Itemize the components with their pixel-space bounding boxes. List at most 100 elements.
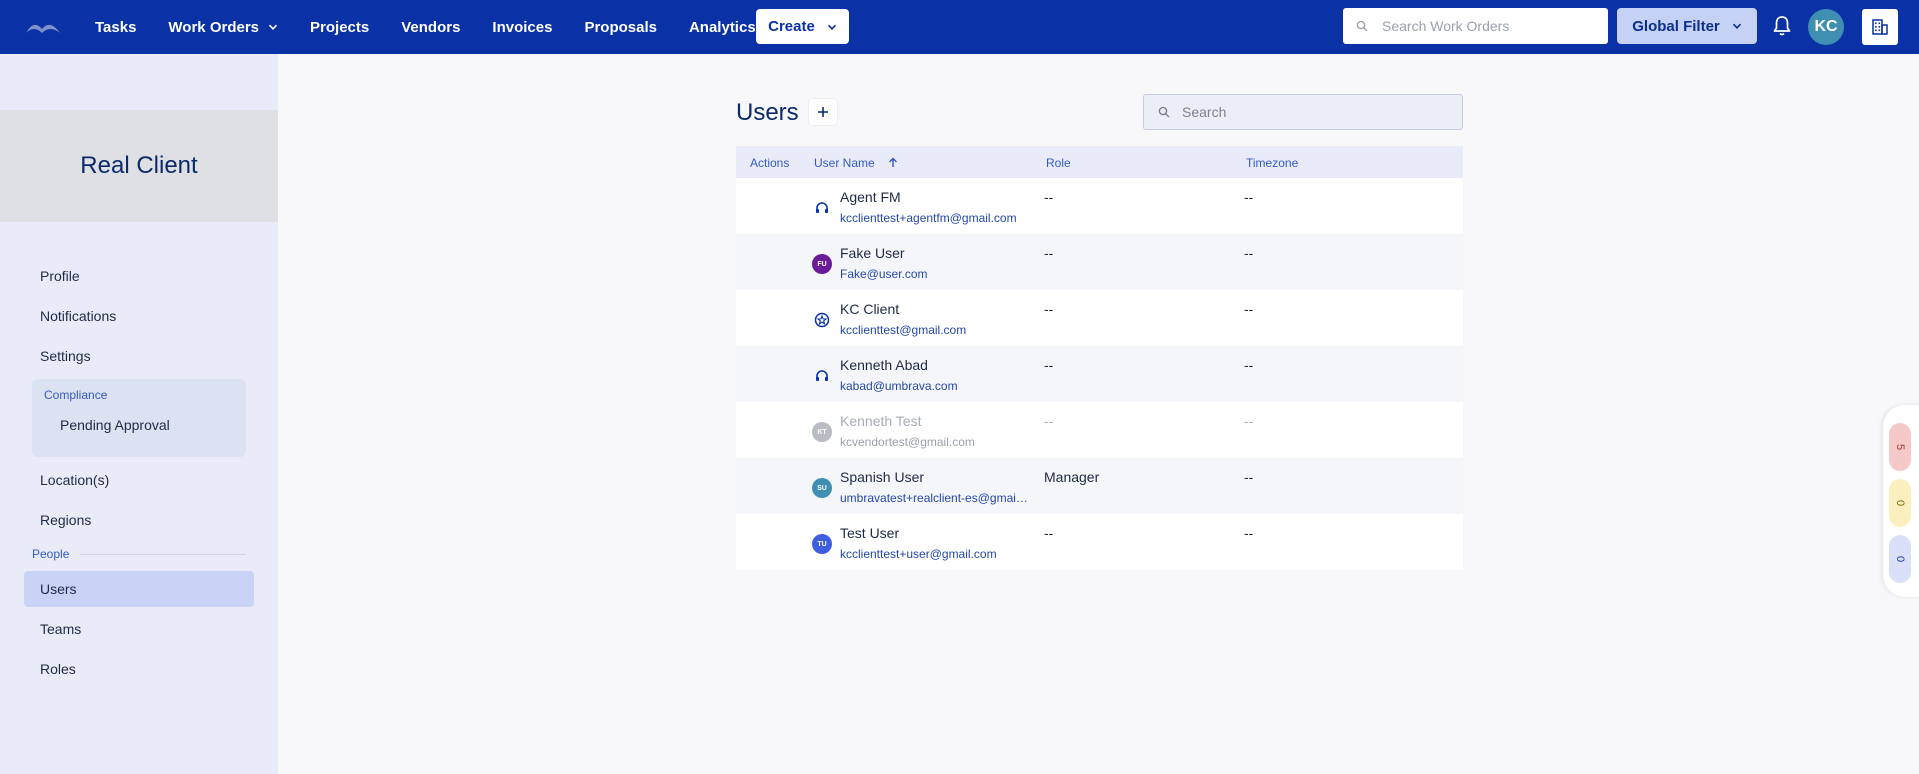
user-avatar: TU xyxy=(812,534,832,554)
user-role: -- xyxy=(1044,525,1054,541)
notification-bell-icon[interactable] xyxy=(1772,15,1792,37)
compliance-group: Compliance Pending Approval xyxy=(32,379,246,457)
user-email: kcclienttest@gmail.com xyxy=(840,323,967,337)
sidebar-item-regions[interactable]: Regions xyxy=(40,510,91,530)
sidebar-item-teams[interactable]: Teams xyxy=(40,619,81,639)
table-row[interactable]: KT Kenneth Test kcvendortest@gmail.com -- -- xyxy=(736,402,1463,458)
column-header-actions: Actions xyxy=(750,156,790,170)
nav-item-invoices[interactable]: Invoices xyxy=(492,19,552,36)
work-order-search[interactable] xyxy=(1343,8,1608,44)
user-name[interactable]: Kenneth Abad xyxy=(840,357,928,373)
column-header-role[interactable]: Role xyxy=(1046,156,1071,170)
user-email: kcvendortest@gmail.com xyxy=(840,435,975,449)
plus-icon xyxy=(818,107,828,117)
client-name: Real Client xyxy=(80,152,198,179)
user-avatar[interactable]: KC xyxy=(1808,9,1844,45)
status-counter[interactable]: 0 xyxy=(1889,479,1911,527)
nav-menu: Tasks Work Orders Projects Vendors Invoices P… xyxy=(95,0,807,54)
nav-item-projects[interactable]: Projects xyxy=(310,19,369,36)
add-user-button[interactable] xyxy=(809,99,837,125)
settings-sidebar: Real Client Profile Notifications Settin… xyxy=(0,54,278,774)
user-email: kabad@umbrava.com xyxy=(840,379,958,393)
user-email: kcclienttest+agentfm@gmail.com xyxy=(840,211,1017,225)
page-title: Users xyxy=(736,99,799,126)
user-name[interactable]: Fake User xyxy=(840,245,905,261)
nav-item-label: Vendors xyxy=(401,18,461,36)
building-button[interactable] xyxy=(1862,9,1898,45)
nav-item-tasks[interactable]: Tasks xyxy=(95,19,136,36)
brand-logo-icon[interactable] xyxy=(24,15,62,37)
compliance-label: Compliance xyxy=(44,388,108,402)
column-header-user-name-label: User Name xyxy=(814,156,875,170)
nav-item-proposals[interactable]: Proposals xyxy=(584,19,657,36)
user-name[interactable]: Agent FM xyxy=(840,189,901,205)
user-search-input[interactable] xyxy=(1180,103,1454,121)
user-timezone: -- xyxy=(1244,301,1254,317)
table-row[interactable]: KC Client kcclienttest@gmail.com -- -- xyxy=(736,290,1463,346)
nav-item-label: Invoices xyxy=(492,18,553,36)
user-name[interactable]: Kenneth Test xyxy=(840,413,921,429)
global-filter-button[interactable]: Global Filter xyxy=(1617,8,1757,44)
create-button[interactable]: Create xyxy=(756,9,849,44)
user-timezone: -- xyxy=(1244,245,1254,261)
sidebar-item-roles[interactable]: Roles xyxy=(40,659,76,679)
sidebar-item-notifications[interactable]: Notifications xyxy=(40,306,116,326)
user-email: Fake@user.com xyxy=(840,267,928,281)
user-role: -- xyxy=(1044,189,1054,205)
chevron-down-icon xyxy=(827,24,836,30)
nav-item-work-orders[interactable]: Work Orders xyxy=(168,19,278,36)
user-role: -- xyxy=(1044,245,1054,261)
headset-icon xyxy=(812,198,832,218)
user-avatar: SU xyxy=(812,478,832,498)
status-counter[interactable]: 5 xyxy=(1889,423,1911,471)
sidebar-item-settings[interactable]: Settings xyxy=(40,346,91,366)
column-header-timezone[interactable]: Timezone xyxy=(1246,156,1298,170)
user-avatar-initials: KC xyxy=(1814,18,1838,35)
status-counter[interactable]: 0 xyxy=(1889,535,1911,583)
user-avatar: KT xyxy=(812,422,832,442)
table-row[interactable]: FU Fake User Fake@user.com -- -- xyxy=(736,234,1463,290)
sidebar-item-users[interactable]: Users xyxy=(40,579,77,599)
sidebar-item-locations[interactable]: Location(s) xyxy=(40,470,109,490)
global-filter-label: Global Filter xyxy=(1632,17,1720,35)
nav-item-vendors[interactable]: Vendors xyxy=(401,19,460,36)
nav-item-label: Tasks xyxy=(95,18,137,36)
sidebar-item-pending-approval[interactable]: Pending Approval xyxy=(60,417,170,433)
status-counter-value: 0 xyxy=(1894,499,1906,507)
section-divider xyxy=(80,554,246,555)
user-email: kcclienttest+user@gmail.com xyxy=(840,547,997,561)
user-search[interactable] xyxy=(1143,94,1463,130)
table-row[interactable]: SU Spanish User umbravatest+realclient-es@… xyxy=(736,458,1463,514)
user-timezone: -- xyxy=(1244,189,1254,205)
client-panel: Real Client xyxy=(0,110,278,222)
user-email: umbravatest+realclient-es@gmail.com xyxy=(840,491,1030,505)
table-header: Actions User Name Role Timezone xyxy=(736,146,1463,178)
user-name[interactable]: Test User xyxy=(840,525,899,541)
table-row[interactable]: TU Test User kcclienttest+user@gmail.com --… xyxy=(736,514,1463,570)
user-avatar-initials: SU xyxy=(817,484,827,492)
user-avatar-initials: KT xyxy=(817,428,827,436)
chevron-down-icon xyxy=(268,24,278,30)
user-avatar-initials: FU xyxy=(817,260,827,268)
status-counter-rail: 5 0 0 xyxy=(1883,405,1919,597)
table-row[interactable]: Agent FM kcclienttest+agentfm@gmail.com --… xyxy=(736,178,1463,234)
column-header-user-name[interactable]: User Name xyxy=(814,156,898,170)
sidebar-item-profile[interactable]: Profile xyxy=(40,266,80,286)
nav-item-label: Projects xyxy=(310,18,370,36)
people-section-label: People xyxy=(32,547,70,561)
nav-item-label: Proposals xyxy=(584,18,657,36)
nav-item-label: Analytics xyxy=(688,18,756,36)
star-badge-icon xyxy=(812,310,832,330)
sort-ascending-icon[interactable] xyxy=(888,157,898,168)
user-avatar: FU xyxy=(812,254,832,274)
status-counter-value: 0 xyxy=(1894,555,1906,563)
top-navigation-bar: Tasks Work Orders Projects Vendors Invoices P… xyxy=(0,0,1919,54)
table-row[interactable]: Kenneth Abad kabad@umbrava.com -- -- xyxy=(736,346,1463,402)
table-body: Agent FM kcclienttest+agentfm@gmail.com --… xyxy=(736,178,1463,570)
chevron-down-icon xyxy=(1732,23,1741,29)
user-name[interactable]: KC Client xyxy=(840,301,899,317)
building-icon xyxy=(1872,19,1888,35)
user-name[interactable]: Spanish User xyxy=(840,469,924,485)
nav-item-label: Work Orders xyxy=(168,18,260,36)
work-order-search-input[interactable] xyxy=(1380,17,1604,35)
